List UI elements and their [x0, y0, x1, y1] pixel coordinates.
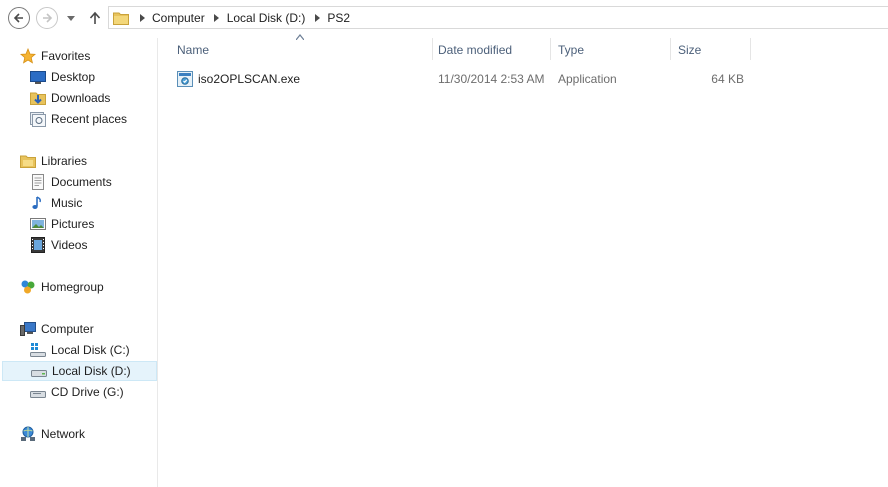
- forward-button[interactable]: [36, 7, 58, 29]
- sidebar-item-videos[interactable]: Videos: [30, 235, 87, 255]
- file-size: 64 KB: [711, 72, 744, 86]
- sidebar-item-label: Downloads: [51, 91, 111, 105]
- arrow-left-icon: [13, 13, 23, 23]
- file-type: Application: [558, 72, 617, 86]
- sidebar-item-music[interactable]: Music: [30, 193, 82, 213]
- file-name-cell: iso2OPLSCAN.exe: [177, 68, 300, 90]
- back-button[interactable]: [8, 7, 30, 29]
- chevron-down-icon: [67, 15, 75, 21]
- sidebar-item-label: Network: [41, 427, 86, 441]
- file-row[interactable]: iso2OPLSCAN.exe 11/30/2014 2:53 AM Appli…: [173, 68, 755, 90]
- up-button[interactable]: [86, 8, 104, 28]
- sidebar-item-label: Desktop: [51, 70, 96, 84]
- star-icon: [20, 48, 36, 64]
- libraries-icon: [20, 155, 36, 168]
- file-date-modified: 11/30/2014 2:53 AM: [438, 72, 545, 86]
- column-header-date-modified[interactable]: Date modified: [434, 38, 550, 62]
- downloads-icon: [30, 92, 46, 105]
- sidebar-item-label: Computer: [41, 322, 94, 336]
- sidebar-item-label: Favorites: [41, 49, 91, 63]
- sidebar-item-local-disk-c[interactable]: Local Disk (C:): [30, 340, 130, 360]
- arrow-up-icon: [89, 11, 101, 24]
- sidebar-item-desktop[interactable]: Desktop: [30, 67, 95, 87]
- column-header-size[interactable]: Size: [674, 38, 750, 62]
- videos-icon: [31, 237, 45, 253]
- sidebar-item-label: Videos: [51, 238, 88, 252]
- sidebar-item-computer[interactable]: Computer: [20, 319, 94, 339]
- sidebar-item-label: Libraries: [41, 154, 88, 168]
- sidebar-item-downloads[interactable]: Downloads: [30, 88, 110, 108]
- homegroup-icon: [21, 280, 35, 294]
- file-name: iso2OPLSCAN.exe: [198, 72, 301, 86]
- address-bar[interactable]: Computer Local Disk (D:) PS2: [108, 6, 888, 29]
- sidebar-item-label: CD Drive (G:): [51, 385, 124, 399]
- sidebar-item-homegroup[interactable]: Homegroup: [20, 277, 104, 297]
- documents-icon: [32, 174, 44, 190]
- drive-d-icon: [31, 370, 47, 377]
- arrow-right-icon: [43, 13, 53, 23]
- recent-locations-button[interactable]: [64, 12, 78, 24]
- sidebar-item-pictures[interactable]: Pictures: [30, 214, 94, 234]
- column-divider[interactable]: [432, 38, 433, 60]
- column-divider[interactable]: [670, 38, 671, 60]
- breadcrumb-local-disk-d[interactable]: Local Disk (D:): [224, 11, 311, 25]
- file-list-pane: Name Date modified Type Size iso2OPLSCAN…: [159, 34, 888, 487]
- drive-c-icon: [30, 343, 46, 357]
- music-icon: [32, 196, 41, 209]
- breadcrumb-separator-icon[interactable]: [210, 11, 224, 25]
- recent-places-icon: [30, 112, 46, 127]
- sidebar-item-local-disk-d[interactable]: Local Disk (D:): [2, 361, 157, 381]
- breadcrumb-separator-icon[interactable]: [135, 11, 149, 25]
- sidebar-item-documents[interactable]: Documents: [30, 172, 112, 192]
- folder-icon: [113, 12, 129, 25]
- cd-drive-icon: [30, 391, 46, 398]
- sidebar-item-label: Local Disk (C:): [51, 343, 130, 357]
- column-divider[interactable]: [750, 38, 751, 60]
- sidebar-item-recent-places[interactable]: Recent places: [30, 109, 127, 129]
- column-header-name[interactable]: Name: [173, 38, 431, 62]
- sidebar-item-cd-drive-g[interactable]: CD Drive (G:): [30, 382, 124, 402]
- sidebar-item-label: Local Disk (D:): [52, 364, 131, 378]
- sidebar-item-network[interactable]: Network: [20, 424, 85, 444]
- computer-icon: [20, 322, 36, 336]
- desktop-icon: [30, 71, 46, 84]
- column-divider[interactable]: [550, 38, 551, 60]
- sidebar-item-libraries[interactable]: Libraries: [20, 151, 87, 171]
- breadcrumb-separator-icon[interactable]: [310, 11, 324, 25]
- breadcrumb-ps2[interactable]: PS2: [324, 11, 355, 25]
- network-icon: [21, 426, 35, 441]
- column-header-type[interactable]: Type: [554, 38, 670, 62]
- sidebar-item-label: Documents: [51, 175, 112, 189]
- navigation-bar: Computer Local Disk (D:) PS2: [0, 0, 888, 34]
- sidebar-item-label: Pictures: [51, 217, 95, 231]
- breadcrumb-computer[interactable]: Computer: [149, 11, 210, 25]
- application-icon: [177, 71, 193, 87]
- navigation-pane: Favorites Desktop Downloads Recent place…: [0, 38, 158, 487]
- sidebar-item-label: Recent places: [51, 112, 128, 126]
- sidebar-item-label: Homegroup: [41, 280, 104, 294]
- sidebar-item-favorites[interactable]: Favorites: [20, 46, 90, 66]
- pictures-icon: [30, 218, 46, 230]
- sidebar-item-label: Music: [51, 196, 83, 210]
